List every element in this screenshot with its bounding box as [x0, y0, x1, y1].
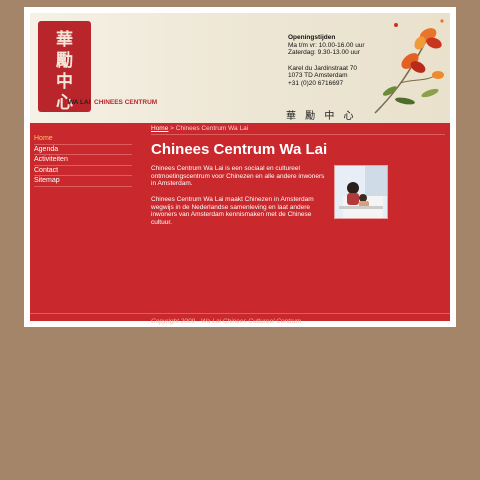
hours-saturday: Zaterdag: 9.30-13.00 uur — [288, 49, 360, 56]
brand-subtitle: CHINEES CENTRUM — [94, 99, 158, 106]
header-info: Openingstijden Ma t/m vr: 10.00-16.00 uu… — [288, 34, 365, 87]
photo-illustration — [335, 166, 387, 218]
nav-item-agenda[interactable]: Agenda — [34, 146, 132, 155]
divider — [151, 134, 445, 135]
hours-weekdays: Ma t/m vr: 10.00-16.00 uur — [288, 41, 365, 49]
breadcrumb-current: Chinees Centrum Wa Lai — [175, 125, 249, 132]
nav-item-home[interactable]: Home — [34, 135, 132, 145]
nav-item-sitemap[interactable]: Sitemap — [34, 177, 132, 187]
address-street: Karel du Jardinstraat 70 — [288, 64, 358, 72]
breadcrumb: Home > Chinees Centrum Wa Lai — [151, 125, 248, 132]
hours-title: Openingstijden — [288, 34, 336, 41]
breadcrumb-home-link[interactable]: Home — [151, 125, 168, 132]
description-paragraph: Chinees Centrum Wa Lai maakt Chinezen in… — [151, 196, 314, 226]
nav-item-contact[interactable]: Contact — [34, 167, 132, 176]
address-city: 1073 TD Amsterdam — [288, 72, 348, 79]
sidebar-nav: Home Agenda Activiteiten Contact Sitemap — [34, 135, 132, 188]
footer-divider — [30, 313, 450, 314]
nav-item-activiteiten[interactable]: Activiteiten — [34, 156, 132, 166]
header-banner: 華 勵 中 心 WA LAI CHINEES CENTRUM Openingst… — [30, 13, 450, 123]
chinese-signature: 華 勵 中 心 — [286, 111, 357, 122]
brand-name: WA LAI — [68, 99, 91, 106]
main-content-area: Home Agenda Activiteiten Contact Sitemap… — [30, 123, 450, 325]
community-photo — [334, 165, 388, 219]
copyright-text: Copyright 2009 - Wa Lai Chinees Culturee… — [151, 318, 302, 325]
breadcrumb-separator: > — [168, 125, 176, 132]
flower-illustration — [374, 19, 444, 114]
intro-paragraph: Chinees Centrum Wa Lai is een sociaal en… — [151, 165, 325, 188]
page-frame: 華 勵 中 心 WA LAI CHINEES CENTRUM Openingst… — [24, 7, 456, 327]
page-title: Chinees Centrum Wa Lai — [151, 141, 328, 158]
phone-number: +31 (0)20 6716697 — [288, 79, 344, 87]
